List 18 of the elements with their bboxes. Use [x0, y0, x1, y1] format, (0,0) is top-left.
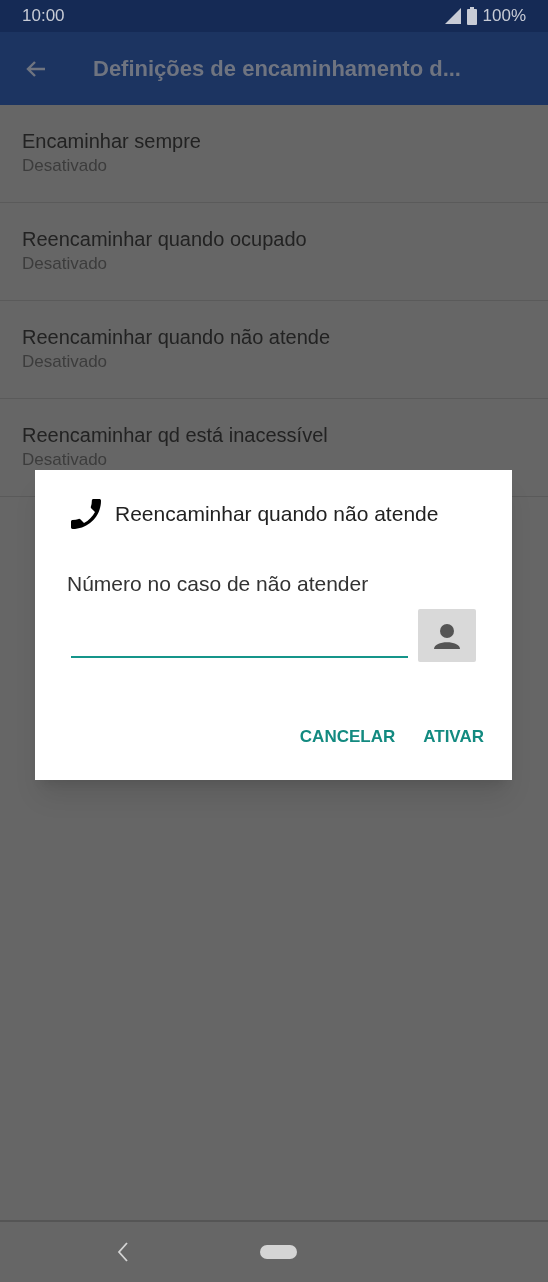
dialog-button[interactable]: CANCELAR: [291, 718, 404, 756]
back-icon[interactable]: [117, 1242, 129, 1262]
setting-title: Reencaminhar quando não atende: [22, 325, 332, 349]
app-bar-title: Definições de encaminhamento d...: [93, 55, 461, 83]
contact-picker-button[interactable]: [418, 609, 476, 662]
field-label: Número no caso de não atender: [67, 570, 370, 597]
battery-icon: [466, 7, 477, 25]
setting-title: Encaminhar sempre: [22, 129, 202, 153]
dialog-title: Reencaminhar quando não atende: [115, 501, 439, 527]
setting-title: Reencaminhar quando ocupado: [22, 227, 308, 251]
status-time: 10:00: [22, 5, 65, 28]
phone-icon: [71, 498, 101, 529]
dialog-button[interactable]: ATIVAR: [415, 718, 492, 756]
battery-percentage: 100%: [482, 5, 526, 28]
person-icon: [433, 622, 461, 649]
home-pill[interactable]: [260, 1245, 297, 1259]
signal-icon: [444, 8, 461, 24]
setting-title: Reencaminhar qd está inacessível: [22, 423, 329, 447]
